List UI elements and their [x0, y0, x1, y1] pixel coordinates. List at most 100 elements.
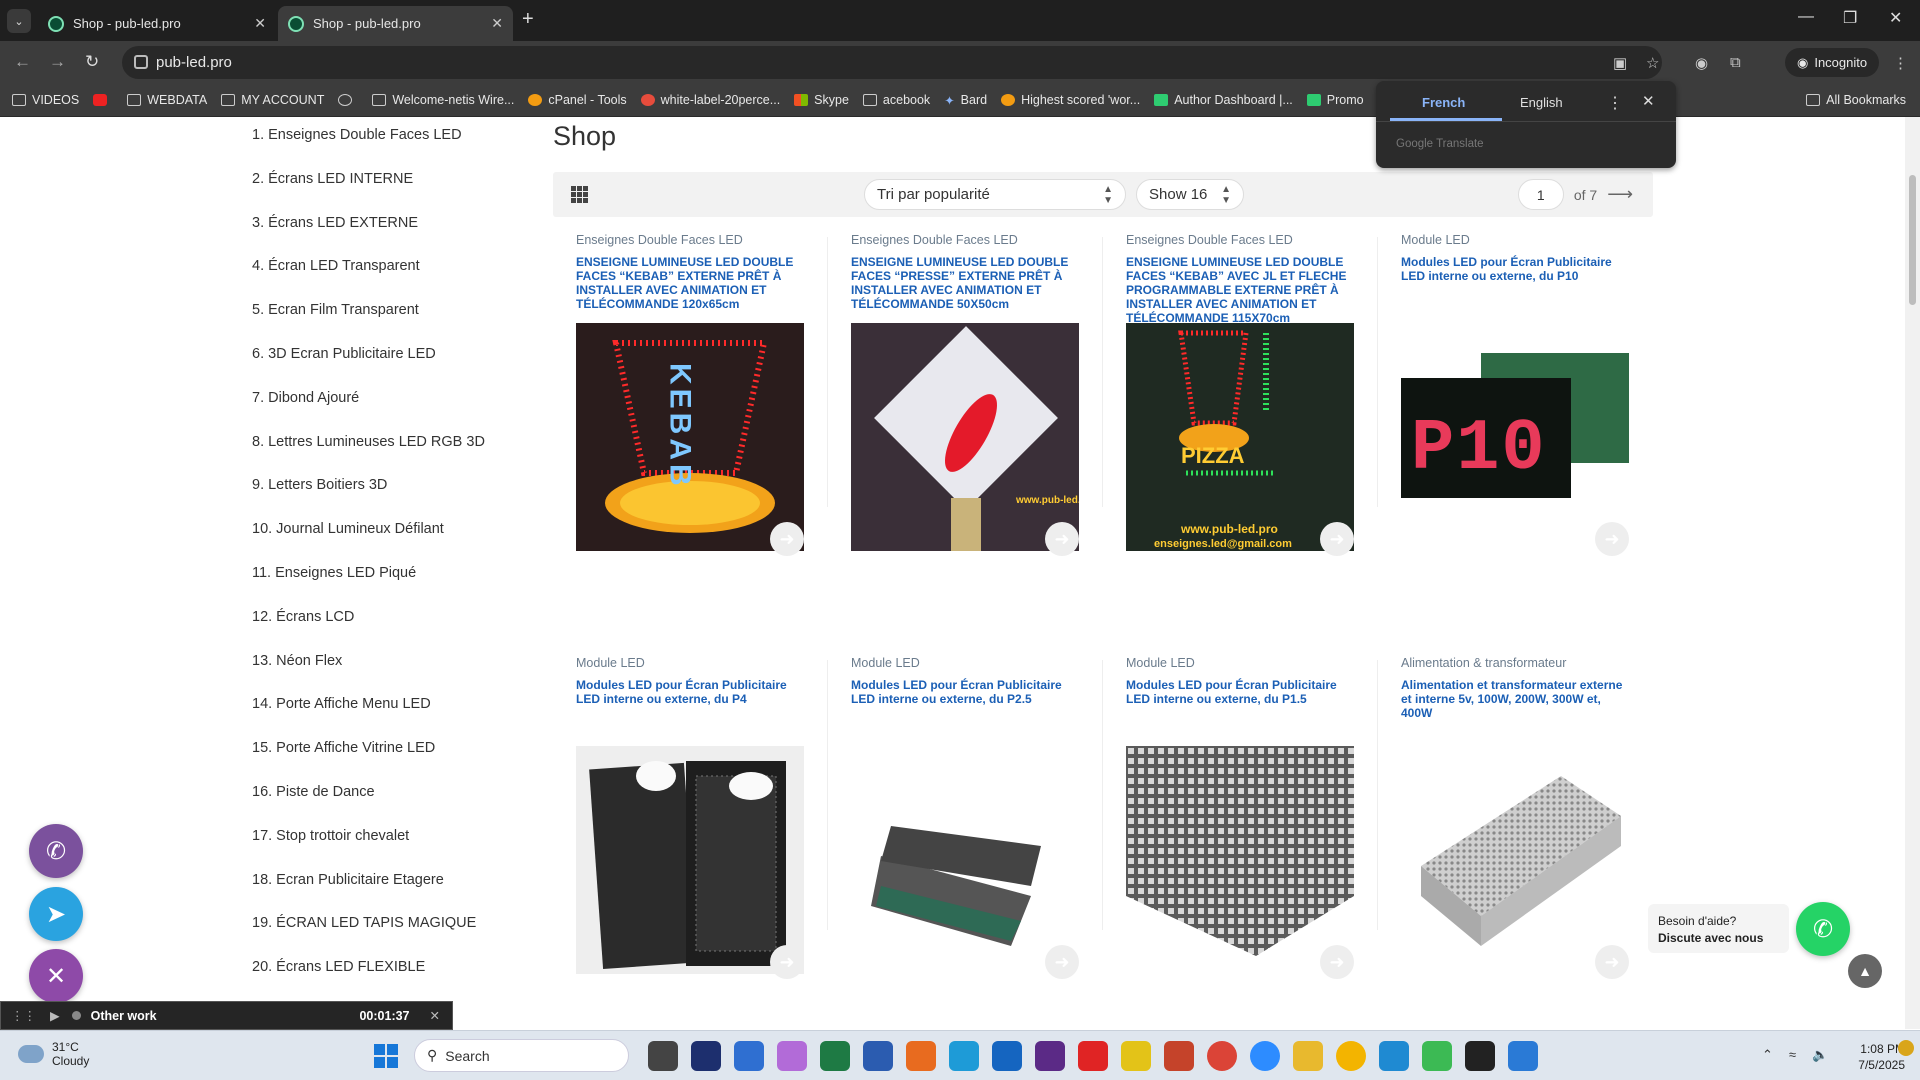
weather-widget[interactable]: 31°C Cloudy: [18, 1040, 89, 1068]
timer-task[interactable]: Other work: [91, 1009, 157, 1023]
checkmark-app-icon[interactable]: [1422, 1041, 1452, 1071]
product-arrow-button[interactable]: ➜: [770, 522, 804, 556]
bookmark-webdata[interactable]: WEBDATA: [127, 93, 207, 107]
bookmark-globe[interactable]: [338, 94, 358, 106]
close-social-icon[interactable]: ✕: [29, 949, 83, 1003]
bookmark-promo[interactable]: Promo: [1306, 93, 1364, 107]
bookmark-cpanel[interactable]: cPanel - Tools: [528, 93, 627, 107]
bookmark-author-dashboard[interactable]: Author Dashboard |...: [1154, 93, 1293, 107]
sidebar-item[interactable]: 17. Stop trottoir chevalet: [252, 818, 532, 862]
whatsapp-icon[interactable]: ✆: [1796, 902, 1850, 956]
powerpoint-icon[interactable]: [1164, 1041, 1194, 1071]
bookmark-white-label[interactable]: white-label-20perce...: [640, 93, 780, 107]
task-view-icon[interactable]: [648, 1041, 678, 1071]
product-image[interactable]: [576, 746, 804, 974]
new-tab-icon[interactable]: +: [522, 8, 534, 31]
extensions-icon[interactable]: ⧉: [1730, 54, 1741, 71]
reload-icon[interactable]: ↻: [85, 52, 99, 72]
sidebar-item[interactable]: 13. Néon Flex: [252, 643, 532, 687]
translate-tab-french[interactable]: French: [1422, 95, 1465, 110]
incognito-indicator[interactable]: ◉ Incognito: [1785, 48, 1880, 77]
play-icon[interactable]: ▶: [50, 1008, 60, 1023]
product-title[interactable]: ENSEIGNE LUMINEUSE LED DOUBLE FACES “KEB…: [576, 255, 806, 311]
bookmark-my-account[interactable]: MY ACCOUNT: [221, 93, 324, 107]
camera-icon[interactable]: ◉: [1695, 54, 1708, 72]
terminal-icon[interactable]: [1465, 1041, 1495, 1071]
product-category[interactable]: Enseignes Double Faces LED: [576, 233, 743, 247]
sidebar-item[interactable]: 8. Lettres Lumineuses LED RGB 3D: [252, 424, 532, 468]
notification-icon[interactable]: [1898, 1040, 1914, 1056]
product-arrow-button[interactable]: ➜: [1320, 522, 1354, 556]
product-card[interactable]: Module LED Modules LED pour Écran Public…: [1378, 227, 1653, 627]
sidebar-item[interactable]: 9. Letters Boitiers 3D: [252, 467, 532, 511]
bookmark-star-icon[interactable]: ☆: [1646, 54, 1659, 72]
sidebar-item[interactable]: 14. Porte Affiche Menu LED: [252, 686, 532, 730]
sidebar-item[interactable]: 10. Journal Lumineux Défilant: [252, 511, 532, 555]
product-title[interactable]: ENSEIGNE LUMINEUSE LED DOUBLE FACES “PRE…: [851, 255, 1081, 311]
system-clock[interactable]: 1:08 PM 7/5/2025: [1845, 1041, 1905, 1073]
translate-menu-icon[interactable]: ⋮: [1607, 93, 1623, 113]
windows-start-icon[interactable]: [374, 1044, 398, 1068]
show-count-select[interactable]: Show 16 ▲ ▼: [1136, 179, 1244, 210]
product-category[interactable]: Module LED: [1401, 233, 1470, 247]
remote-desktop-icon[interactable]: [1508, 1041, 1538, 1071]
next-page-arrow-icon[interactable]: ⟶: [1607, 184, 1633, 205]
minimize-icon[interactable]: —: [1798, 8, 1814, 26]
page-scrollbar[interactable]: [1905, 117, 1920, 1029]
all-bookmarks[interactable]: All Bookmarks: [1806, 93, 1906, 107]
sidebar-item[interactable]: 7. Dibond Ajouré: [252, 380, 532, 424]
product-image[interactable]: [1401, 746, 1629, 974]
product-card[interactable]: Enseignes Double Faces LED ENSEIGNE LUMI…: [828, 227, 1103, 627]
product-title[interactable]: Alimentation et transformateur externe e…: [1401, 678, 1631, 720]
product-image[interactable]: PIZZA www.pub-led.pro enseignes.led@gmai…: [1126, 323, 1354, 551]
scroll-to-top-icon[interactable]: ▲: [1848, 954, 1882, 988]
product-card[interactable]: Alimentation & transformateur Alimentati…: [1378, 650, 1653, 1029]
product-card[interactable]: Enseignes Double Faces LED ENSEIGNE LUMI…: [1103, 227, 1378, 627]
product-title[interactable]: Modules LED pour Écran Publicitaire LED …: [1126, 678, 1356, 706]
site-info-icon[interactable]: [134, 55, 148, 69]
teamviewer-icon[interactable]: [691, 1041, 721, 1071]
product-arrow-button[interactable]: ➜: [770, 945, 804, 979]
back-icon[interactable]: ←: [14, 52, 31, 72]
translate-tab-english[interactable]: English: [1520, 95, 1563, 110]
product-category[interactable]: Module LED: [851, 656, 920, 670]
product-image[interactable]: www.pub-led.pro: [851, 323, 1079, 551]
sidebar-item[interactable]: 5. Ecran Film Transparent: [252, 292, 532, 336]
excel-icon[interactable]: [820, 1041, 850, 1071]
plex-icon[interactable]: [1121, 1041, 1151, 1071]
product-category[interactable]: Enseignes Double Faces LED: [851, 233, 1018, 247]
sidebar-item[interactable]: 15. Porte Affiche Vitrine LED: [252, 730, 532, 774]
product-arrow-button[interactable]: ➜: [1045, 945, 1079, 979]
bookmark-highest-scored[interactable]: Highest scored 'wor...: [1001, 93, 1140, 107]
browser-tab-active[interactable]: Shop - pub-led.pro ✕: [278, 6, 513, 41]
product-card[interactable]: Module LED Modules LED pour Écran Public…: [828, 650, 1103, 1029]
visual-studio-icon[interactable]: [1035, 1041, 1065, 1071]
tab-close-icon[interactable]: ✕: [254, 15, 266, 32]
copilot-icon[interactable]: [777, 1041, 807, 1071]
bookmark-youtube[interactable]: [93, 94, 113, 106]
product-image[interactable]: [1126, 746, 1354, 974]
product-arrow-button[interactable]: ➜: [1045, 522, 1079, 556]
sidebar-item[interactable]: 20. Écrans LED FLEXIBLE: [252, 949, 532, 993]
sidebar-item[interactable]: 3. Écrans LED EXTERNE: [252, 205, 532, 249]
sidebar-item[interactable]: 16. Piste de Dance: [252, 774, 532, 818]
store-icon[interactable]: [734, 1041, 764, 1071]
product-card[interactable]: Module LED Modules LED pour Écran Public…: [553, 650, 828, 1029]
forward-icon[interactable]: →: [49, 52, 66, 72]
sidebar-item[interactable]: 18. Ecran Publicitaire Etagere: [252, 862, 532, 906]
product-category[interactable]: Alimentation & transformateur: [1401, 656, 1566, 670]
product-arrow-button[interactable]: ➜: [1320, 945, 1354, 979]
zoom-icon[interactable]: [1250, 1041, 1280, 1071]
product-image[interactable]: [851, 746, 1079, 974]
wifi-icon[interactable]: ≈: [1789, 1047, 1796, 1063]
product-arrow-button[interactable]: ➜: [1595, 522, 1629, 556]
translate-icon[interactable]: ▣: [1613, 54, 1627, 72]
page-number-input[interactable]: 1: [1517, 179, 1564, 210]
product-arrow-button[interactable]: ➜: [1595, 945, 1629, 979]
tab-search-button[interactable]: ⌄: [7, 9, 31, 33]
product-image[interactable]: KEBAB: [576, 323, 804, 551]
telegram-icon[interactable]: ➤: [29, 887, 83, 941]
grid-view-icon[interactable]: [571, 186, 588, 203]
sidebar-item[interactable]: 4. Écran LED Transparent: [252, 248, 532, 292]
whatsapp-help-bubble[interactable]: Besoin d'aide? Discute avec nous: [1648, 904, 1789, 953]
